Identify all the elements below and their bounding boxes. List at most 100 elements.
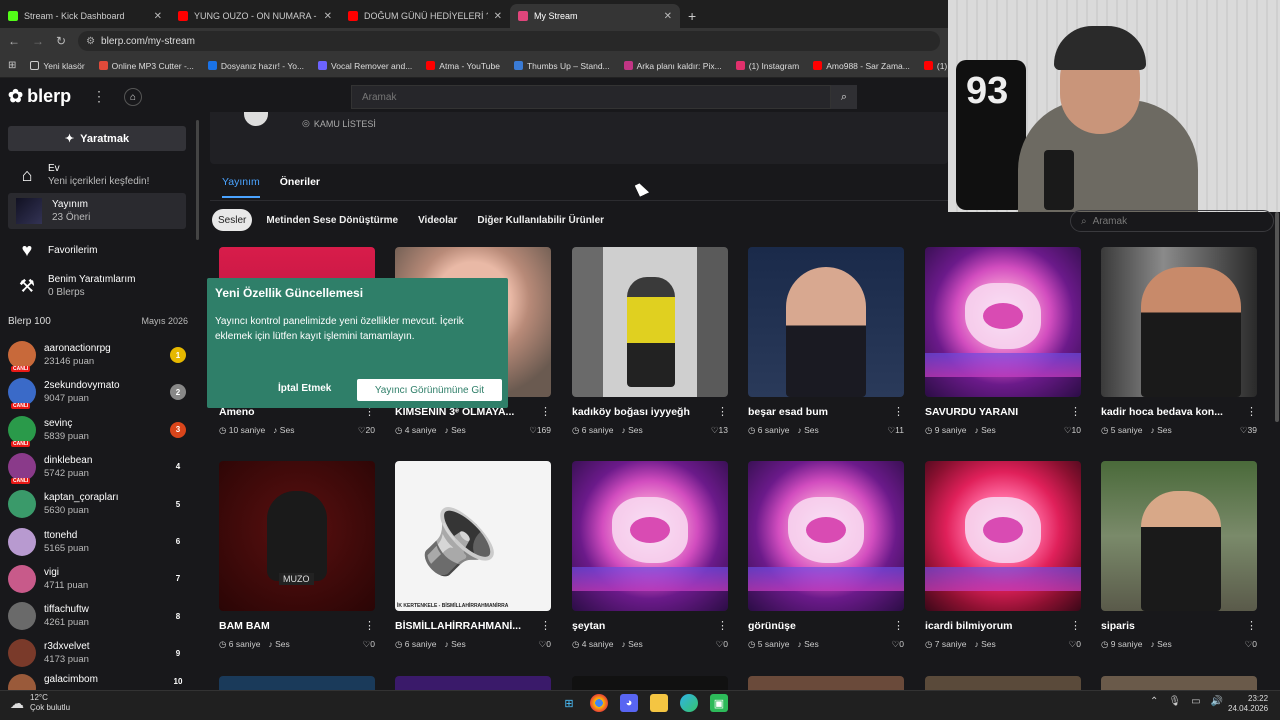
leaderboard-row[interactable]: vigi 4711 puan 7 [8, 562, 186, 596]
more-options-icon[interactable]: ⋮ [893, 619, 904, 632]
bookmark-item[interactable]: Amo988 - Sar Zama... [813, 61, 910, 71]
close-tab-icon[interactable]: ✕ [494, 11, 502, 22]
card-title[interactable]: SAVURDU YARANI [925, 406, 1065, 418]
close-tab-icon[interactable]: ✕ [154, 11, 162, 22]
card-thumbnail-partial[interactable] [395, 676, 551, 690]
leaderboard-row[interactable]: CANLI sevinç 5839 puan 3 [8, 413, 186, 447]
weather-widget[interactable]: ☁ 12°C Çok bulutlu [10, 693, 70, 713]
windows-start-icon[interactable]: ⊞ [560, 694, 578, 712]
discord-icon[interactable]: ◕ [620, 694, 638, 712]
leaderboard-row[interactable]: tiffachuftw 4261 puan 8 [8, 599, 186, 633]
more-options-icon[interactable]: ⋮ [1246, 619, 1257, 632]
card-thumbnail[interactable] [572, 247, 728, 397]
tab-yayinim[interactable]: Yayınım [222, 176, 260, 198]
blerp-logo[interactable]: ✿ blerp [8, 86, 71, 107]
system-clock[interactable]: 23:22 24.04.2026 [1228, 694, 1268, 714]
card-title[interactable]: siparis [1101, 620, 1241, 632]
likes[interactable]: ♡0 [716, 639, 728, 650]
sound-card[interactable]: MUZO BAM BAM ⋮ ◷ 6 saniye ♪ Ses ♡0 [219, 461, 375, 650]
card-title[interactable]: görünüşe [748, 620, 888, 632]
url-field[interactable]: ⚙ blerp.com/my-stream [78, 31, 940, 51]
sidebar-item-1[interactable]: ⌂ Ev Yeni içerikleri keşfedin! [8, 157, 186, 193]
card-thumbnail[interactable] [925, 461, 1081, 611]
browser-tab[interactable]: YUNG OUZO - ON NUMARA - ✕ [170, 4, 340, 28]
cancel-button[interactable]: İptal Etmek [278, 383, 331, 394]
card-title[interactable]: kadir hoca bedava kon... [1101, 406, 1241, 418]
sidebar-item-3[interactable]: ♥ Favorilerim [8, 232, 186, 268]
sound-card[interactable]: SAVURDU YARANI ⋮ ◷ 9 saniye ♪ Ses ♡10 [925, 247, 1081, 436]
create-button[interactable]: ✦ Yaratmak [8, 126, 186, 151]
bookmark-item[interactable]: Dosyanız hazır! - Yo... [207, 61, 304, 71]
likes[interactable]: ♡39 [1240, 425, 1257, 436]
bookmark-item[interactable]: Atma - YouTube [426, 61, 500, 71]
card-thumbnail[interactable] [748, 247, 904, 397]
leaderboard-row[interactable]: CANLI dinklebean 5742 puan 4 [8, 450, 186, 484]
bookmark-item[interactable]: Online MP3 Cutter -... [98, 61, 194, 71]
menu-kebab-icon[interactable]: ⋮ [92, 88, 106, 105]
more-options-icon[interactable]: ⋮ [364, 619, 375, 632]
leaderboard-row[interactable]: ttonehd 5165 puan 6 [8, 525, 186, 559]
leaderboard-row[interactable]: galacimbom 10 [8, 673, 186, 692]
likes[interactable]: ♡13 [711, 425, 728, 436]
card-thumbnail[interactable] [748, 461, 904, 611]
likes[interactable]: ♡0 [1069, 639, 1081, 650]
go-to-streamer-view-button[interactable]: Yayıncı Görünümüne Git [357, 379, 502, 401]
likes[interactable]: ♡0 [539, 639, 551, 650]
close-tab-icon[interactable]: ✕ [324, 11, 332, 22]
more-options-icon[interactable]: ⋮ [540, 405, 551, 418]
leaderboard-row[interactable]: CANLI 2sekundovymato 9047 puan 2 [8, 375, 186, 410]
edge-icon[interactable] [680, 694, 698, 712]
content-search-input[interactable]: ⌕ Aramak [1070, 210, 1274, 232]
sound-card[interactable]: kadir hoca bedava kon... ⋮ ◷ 5 saniye ♪ Ses… [1101, 247, 1257, 436]
browser-tab[interactable]: DOĞUM GÜNÜ HEDİYELERİ ?! ✕ [340, 4, 510, 28]
more-options-icon[interactable]: ⋮ [893, 405, 904, 418]
leaderboard-row[interactable]: kaptan_çorapları 5630 puan 5 [8, 487, 186, 521]
bookmark-item[interactable]: Yeni klasör [30, 61, 85, 71]
more-options-icon[interactable]: ⋮ [717, 405, 728, 418]
card-thumbnail-partial[interactable] [572, 676, 728, 690]
reload-icon[interactable]: ↻ [56, 34, 66, 48]
sound-card[interactable]: beşar esad bum ⋮ ◷ 6 saniye ♪ Ses ♡11 [748, 247, 904, 436]
leaderboard-row[interactable]: r3dxvelvet 4173 puan 9 [8, 636, 186, 670]
more-options-icon[interactable]: ⋮ [540, 619, 551, 632]
chrome-icon[interactable] [590, 694, 608, 712]
likes[interactable]: ♡0 [892, 639, 904, 650]
likes[interactable]: ♡169 [529, 425, 551, 436]
chevron-up-icon[interactable]: ⌃ [1150, 696, 1158, 707]
search-button[interactable]: ⌕ [831, 85, 857, 109]
card-title[interactable]: BİSMİLLAHİRRAHMANİ... [395, 620, 535, 632]
card-title[interactable]: BAM BAM [219, 620, 359, 632]
site-info-icon[interactable]: ⚙ [86, 36, 95, 47]
more-options-icon[interactable]: ⋮ [1246, 405, 1257, 418]
more-options-icon[interactable]: ⋮ [717, 619, 728, 632]
obs-app-icon[interactable]: ▣ [710, 694, 728, 712]
home-icon[interactable]: ⌂ [124, 88, 142, 106]
sound-card[interactable]: icardi bilmiyorum ⋮ ◷ 7 saniye ♪ Ses ♡0 [925, 461, 1081, 650]
microphone-icon[interactable]: 🎙 [1168, 696, 1181, 707]
speaker-icon[interactable]: 🔊 [1211, 696, 1223, 707]
forward-icon[interactable]: → [32, 34, 44, 48]
bookmark-item[interactable]: Arka planı kaldır: Pix... [623, 61, 722, 71]
filter-chip[interactable]: Diğer Kullanılabilir Ürünler [471, 209, 610, 231]
card-title[interactable]: icardi bilmiyorum [925, 620, 1065, 632]
browser-tab[interactable]: My Stream ✕ [510, 4, 680, 28]
apps-icon[interactable]: ⊞ [8, 60, 16, 71]
card-thumbnail-partial[interactable] [748, 676, 904, 690]
leaderboard-row[interactable]: CANLI aaronactionrpg 23146 puan 1 [8, 338, 186, 372]
card-title[interactable]: beşar esad bum [748, 406, 888, 418]
likes[interactable]: ♡10 [1064, 425, 1081, 436]
bookmark-item[interactable]: Vocal Remover and... [318, 61, 412, 71]
sidebar-item-2[interactable]: Yayınım 23 Öneri [8, 193, 186, 229]
close-tab-icon[interactable]: ✕ [664, 11, 672, 22]
card-thumbnail[interactable] [925, 247, 1081, 397]
monitor-icon[interactable]: ▭ [1191, 696, 1200, 707]
likes[interactable]: ♡11 [888, 425, 904, 436]
filter-chip[interactable]: Sesler [212, 209, 253, 231]
card-thumbnail[interactable] [572, 461, 728, 611]
card-thumbnail[interactable] [1101, 461, 1257, 611]
likes[interactable]: ♡20 [358, 425, 375, 436]
tab-oneriler[interactable]: Öneriler [280, 176, 320, 198]
more-options-icon[interactable]: ⋮ [1070, 405, 1081, 418]
card-title[interactable]: kadıköy boğası iyyyeğh [572, 406, 712, 418]
sound-card[interactable]: 🔈 İK KERTENKELE - BİSMİLLAHİRRAHMANİRRA Bİ… [395, 461, 551, 650]
